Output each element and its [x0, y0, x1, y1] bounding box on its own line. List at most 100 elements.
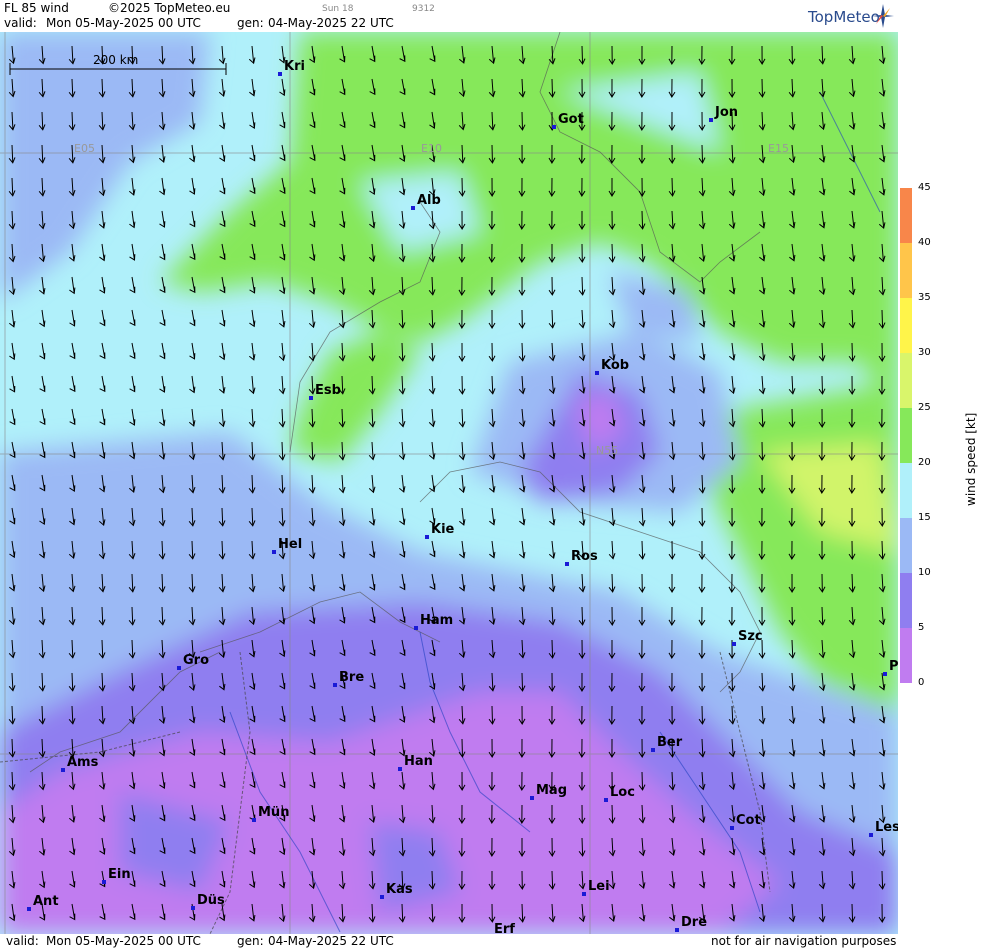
city-dot — [411, 206, 415, 210]
map-footer: valid: Mon 05-May-2025 00 UTC gen: 04-Ma… — [0, 934, 898, 949]
legend-tick: 20 — [918, 457, 931, 468]
city-label: Ams — [67, 755, 99, 770]
grid-label-e15: E15 — [768, 142, 789, 155]
valid-time: Mon 05-May-2025 00 UTC — [46, 16, 201, 30]
city-label: Szc — [738, 629, 763, 644]
city-dot — [675, 928, 679, 932]
scale-bar-label: 200 km — [93, 53, 138, 67]
compass-icon — [872, 4, 894, 28]
legend-band-15-20 — [900, 463, 912, 518]
city-label: Kob — [601, 358, 629, 373]
city-dot — [552, 125, 556, 129]
city-label: Ham — [420, 613, 453, 628]
city-label: Erf — [494, 922, 515, 934]
map-header: FL 85 wind ©2025 TopMeteo.eu Sun 18 9312… — [0, 0, 898, 32]
city-dot — [191, 906, 195, 910]
city-label: Jon — [714, 105, 738, 120]
footer-gen-label: gen: — [237, 934, 264, 948]
city-label: Kas — [386, 882, 413, 897]
gen-label: gen: — [237, 16, 264, 30]
legend-tick: 25 — [918, 402, 931, 413]
legend-band-20-25 — [900, 408, 912, 463]
city-marker: Ham — [414, 613, 453, 630]
city-dot — [604, 798, 608, 802]
city-dot — [177, 666, 181, 670]
city-dot — [709, 118, 713, 122]
city-label: Kie — [431, 522, 455, 537]
city-label: Han — [404, 754, 433, 769]
city-label: Ant — [33, 894, 59, 909]
city-label: Ein — [108, 867, 131, 882]
grid-label-e10: E10 — [421, 142, 442, 155]
legend-tick: 15 — [918, 512, 931, 523]
city-label: Esb — [315, 383, 341, 398]
city-label: Ros — [571, 549, 598, 564]
city-dot — [309, 396, 313, 400]
legend-tick: 45 — [918, 182, 931, 193]
city-dot — [565, 562, 569, 566]
legend-tick: 30 — [918, 347, 931, 358]
legend-band-10-15 — [900, 518, 912, 573]
footer-valid-label: valid: — [6, 934, 39, 948]
city-label: Hel — [278, 537, 302, 552]
city-dot — [333, 683, 337, 687]
city-marker: Mün — [252, 805, 289, 822]
grid-label-e05: E05 — [74, 142, 95, 155]
city-label: Loc — [610, 785, 635, 800]
city-dot — [61, 768, 65, 772]
model-info: Sun 18 — [322, 4, 354, 14]
city-dot — [883, 672, 887, 676]
legend-tick: 35 — [918, 292, 931, 303]
wind-map[interactable]: 200 km E05 E10 E15 N55 Kri Got Jon Alb Esb Ko… — [0, 32, 898, 934]
map-canvas: 200 km E05 E10 E15 N55 Kri Got Jon Alb Esb Ko… — [0, 32, 898, 934]
city-marker: Mag — [530, 783, 567, 800]
legend-tick: 10 — [918, 567, 931, 578]
legend-tick: 0 — [918, 677, 925, 688]
city-dot — [252, 818, 256, 822]
city-label: Cot — [736, 813, 761, 828]
legend-tick: 40 — [918, 237, 931, 248]
city-label: Alb — [417, 193, 441, 208]
legend-band-25-30 — [900, 353, 912, 408]
legend-band-0-5 — [900, 628, 912, 683]
city-label: Ber — [657, 735, 683, 750]
city-label: Düs — [197, 893, 225, 908]
city-marker: Düs — [191, 893, 225, 910]
city-label: Dre — [681, 915, 707, 930]
legend-title: wind speed [kt] — [964, 412, 978, 506]
city-marker: Ams — [61, 755, 99, 772]
valid-label: valid: — [4, 16, 37, 30]
copyright: ©2025 TopMeteo.eu — [108, 1, 231, 15]
city-dot — [425, 535, 429, 539]
city-label: Got — [558, 112, 584, 127]
city-dot — [730, 826, 734, 830]
city-label: Lei — [588, 879, 610, 894]
city-label: Mag — [536, 783, 567, 798]
city-dot — [272, 550, 276, 554]
product-title: FL 85 wind — [4, 1, 69, 15]
model-code: 9312 — [412, 4, 435, 14]
legend-band-35-40 — [900, 243, 912, 298]
city-dot — [530, 796, 534, 800]
legend-tick: 5 — [918, 622, 925, 633]
city-label: Mün — [258, 805, 289, 820]
topmeteo-logo[interactable]: TopMeteo — [808, 8, 880, 26]
city-marker: Kob — [595, 358, 629, 375]
city-label: Kri — [284, 59, 305, 74]
city-label: Gro — [183, 653, 209, 668]
legend-band-40-45 — [900, 188, 912, 243]
gen-time: 04-May-2025 22 UTC — [268, 16, 394, 30]
legend-band-5-10 — [900, 573, 912, 628]
city-dot — [582, 892, 586, 896]
city-marker: Han — [398, 754, 433, 771]
city-label: Les — [875, 820, 898, 835]
city-dot — [102, 880, 106, 884]
city-dot — [732, 642, 736, 646]
city-dot — [869, 833, 873, 837]
footer-valid-time: Mon 05-May-2025 00 UTC — [46, 934, 201, 948]
city-label: Bre — [339, 670, 364, 685]
city-dot — [414, 626, 418, 630]
city-dot — [27, 907, 31, 911]
city-dot — [398, 767, 402, 771]
city-label: P — [889, 659, 898, 674]
